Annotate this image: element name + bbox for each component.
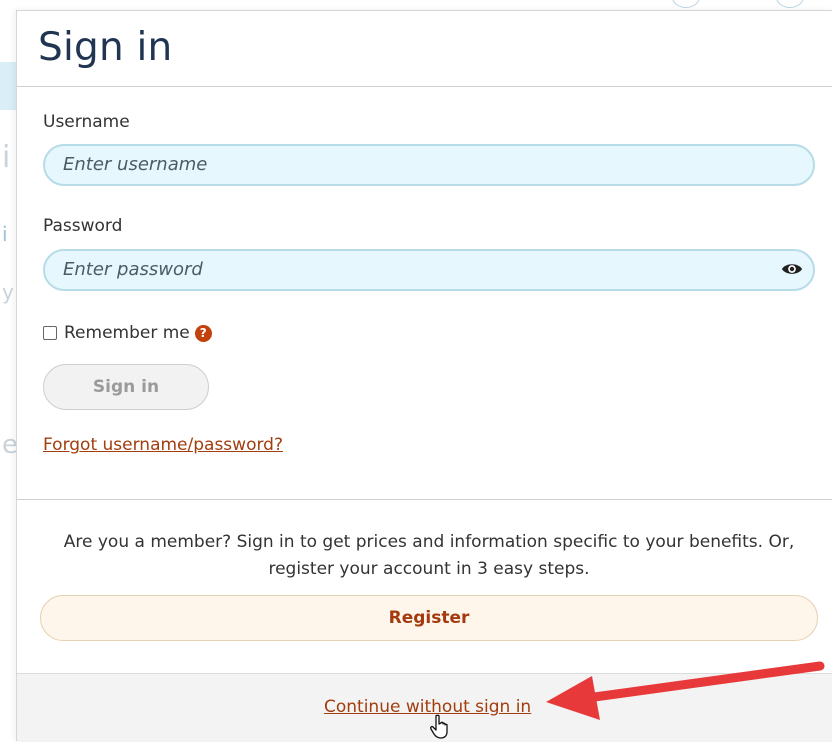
hand-pointer-icon	[430, 714, 448, 739]
username-input[interactable]: Enter username	[43, 144, 815, 186]
background-glyph: i	[2, 222, 8, 246]
background-glyph: y	[2, 280, 14, 304]
password-label: Password	[43, 216, 123, 236]
register-button[interactable]: Register	[40, 595, 818, 641]
background-glyph: i	[2, 140, 11, 175]
member-info-line: register your account in 3 easy steps.	[268, 559, 590, 579]
member-info-text: Are you a member? Sign in to get prices …	[39, 529, 819, 583]
modal-title: Sign in	[38, 25, 173, 70]
signin-button[interactable]: Sign in	[43, 364, 209, 410]
background-circle	[776, 0, 804, 8]
modal-header: Sign in	[17, 11, 832, 87]
red-arrow-icon	[546, 661, 825, 720]
background-circle	[672, 0, 700, 8]
password-input[interactable]: Enter password	[43, 249, 815, 291]
password-placeholder: Enter password	[63, 259, 203, 280]
background-strip	[0, 62, 16, 110]
remember-me: Remember me ?	[43, 323, 212, 343]
remember-me-label[interactable]: Remember me	[64, 323, 190, 343]
eye-icon[interactable]	[781, 261, 803, 277]
username-placeholder: Enter username	[63, 154, 208, 175]
question-circle-icon[interactable]: ?	[194, 324, 212, 342]
username-label: Username	[43, 112, 130, 132]
signin-modal: Sign in Username Enter username Password…	[16, 10, 832, 742]
divider	[17, 499, 832, 500]
member-info-line: Are you a member? Sign in to get prices …	[63, 532, 795, 552]
forgot-credentials-link[interactable]: Forgot username/password?	[43, 435, 283, 455]
remember-me-checkbox[interactable]	[43, 326, 57, 340]
